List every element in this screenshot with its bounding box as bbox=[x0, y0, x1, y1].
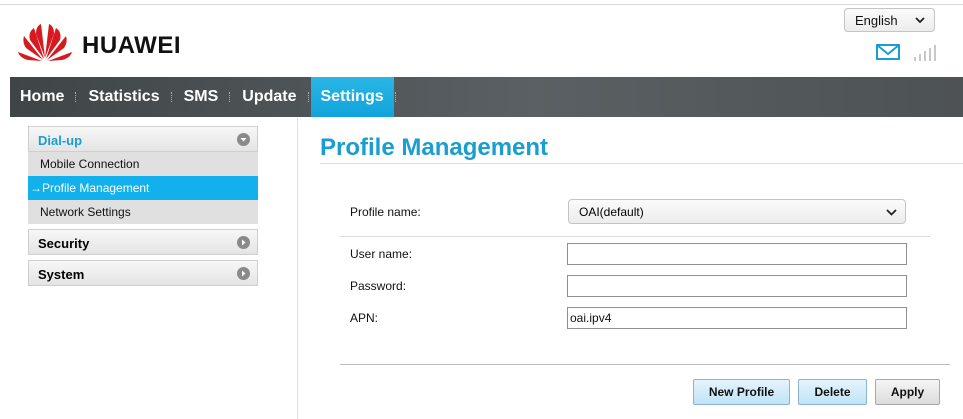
signal-strength-icon bbox=[914, 45, 936, 61]
apn-label: APN: bbox=[350, 311, 379, 325]
chevron-down-icon bbox=[886, 209, 897, 216]
user-name-input[interactable] bbox=[567, 243, 907, 265]
huawei-logo-icon bbox=[18, 24, 72, 61]
nav-update[interactable]: Update bbox=[232, 77, 306, 117]
nav-home[interactable]: Home bbox=[10, 77, 74, 117]
form-divider bbox=[340, 236, 930, 237]
sidebar-item-network-settings[interactable]: Network Settings bbox=[28, 200, 258, 224]
sidebar-group-header-dial-up[interactable]: Dial-up bbox=[28, 126, 258, 152]
chevron-down-icon bbox=[915, 17, 925, 24]
apn-input[interactable]: oai.ipv4 bbox=[567, 307, 907, 329]
language-select[interactable]: English bbox=[844, 8, 935, 32]
collapse-icon bbox=[237, 133, 250, 146]
sidebar-group-header-system[interactable]: System bbox=[28, 260, 258, 286]
apply-button[interactable]: Apply bbox=[875, 379, 940, 405]
nav-statistics[interactable]: Statistics bbox=[78, 77, 169, 117]
sidebar-group-header-security[interactable]: Security bbox=[28, 229, 258, 255]
nav-separator bbox=[229, 92, 231, 102]
brand-name: HUAWEI bbox=[82, 32, 181, 59]
sidebar-group-security: Security bbox=[28, 229, 258, 255]
profile-name-select[interactable]: OAI(default) bbox=[568, 199, 906, 224]
mail-icon[interactable] bbox=[876, 44, 900, 60]
nav-separator bbox=[170, 92, 173, 102]
sidebar-group-label: Security bbox=[38, 236, 90, 251]
user-name-label: User name: bbox=[350, 247, 413, 261]
password-input[interactable] bbox=[567, 275, 907, 297]
language-value: English bbox=[855, 13, 898, 28]
sidebar-group-label: Dial-up bbox=[38, 133, 83, 148]
sidebar-group-label: System bbox=[38, 267, 85, 282]
sidebar-group-dial-up: Dial-up Mobile Connection →Profile Manag… bbox=[28, 126, 258, 224]
expand-icon bbox=[237, 236, 250, 249]
page-title: Profile Management bbox=[320, 134, 549, 161]
expand-icon bbox=[237, 267, 250, 280]
profile-name-value: OAI(default) bbox=[579, 205, 644, 219]
nav-separator bbox=[75, 92, 77, 102]
title-divider bbox=[320, 163, 963, 164]
nav-settings[interactable]: Settings bbox=[310, 77, 394, 117]
nav-sms[interactable]: SMS bbox=[174, 77, 229, 117]
main-nav: Home Statistics SMS Update Settings bbox=[10, 77, 963, 117]
sidebar-group-system: System bbox=[28, 260, 258, 286]
nav-separator bbox=[394, 92, 397, 102]
delete-button[interactable]: Delete bbox=[798, 379, 867, 405]
nav-separator bbox=[307, 92, 310, 102]
header-divider bbox=[0, 4, 963, 5]
sidebar-item-profile-management[interactable]: →Profile Management bbox=[28, 176, 258, 200]
password-label: Password: bbox=[350, 279, 407, 293]
sidebar-divider bbox=[297, 118, 298, 419]
sidebar-item-mobile-connection[interactable]: Mobile Connection bbox=[28, 152, 258, 176]
profile-name-label: Profile name: bbox=[350, 205, 421, 219]
buttons-divider bbox=[340, 364, 950, 365]
new-profile-button[interactable]: New Profile bbox=[693, 379, 790, 405]
page: { "header": { "brand": "HUAWEI", "langua… bbox=[0, 0, 963, 419]
